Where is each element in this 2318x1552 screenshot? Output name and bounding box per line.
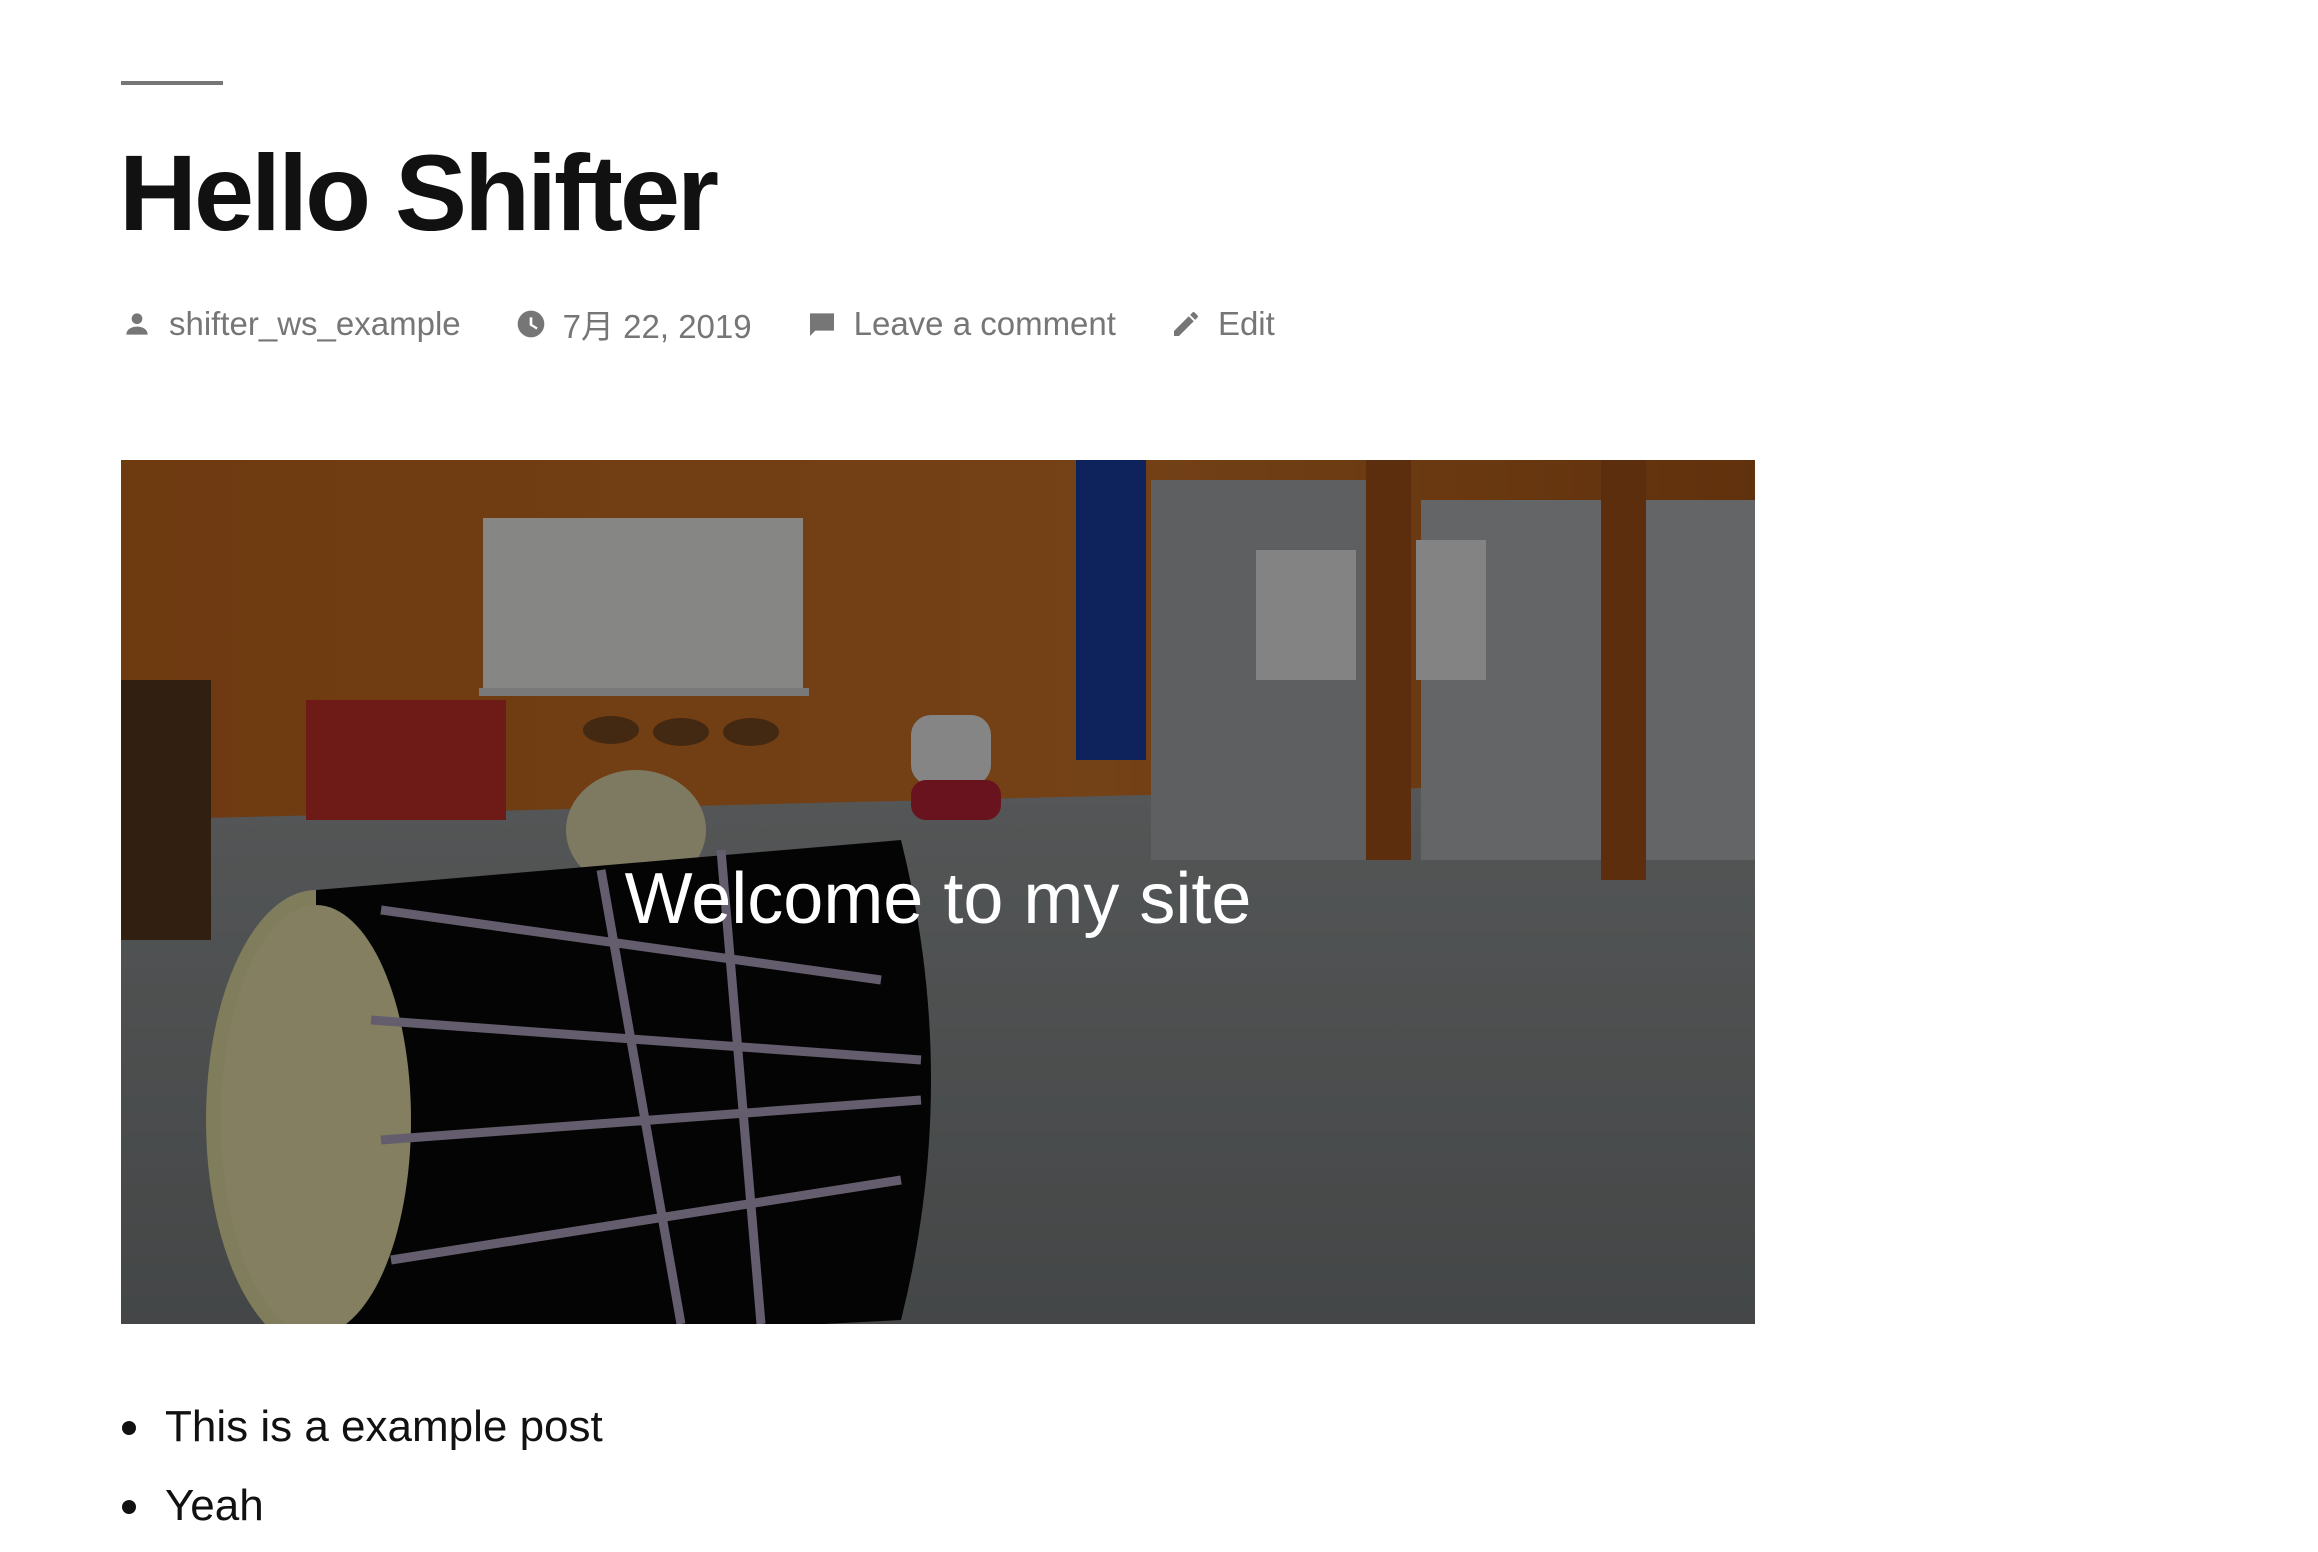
meta-date: 7月 22, 2019 bbox=[515, 300, 752, 348]
meta-edit: Edit bbox=[1170, 305, 1275, 343]
meta-author: shifter_ws_example bbox=[121, 305, 461, 343]
cover-block: Welcome to my site bbox=[121, 460, 1755, 1324]
edit-link[interactable]: Edit bbox=[1218, 305, 1275, 343]
date-link[interactable]: 7月 22, 2019 bbox=[563, 300, 752, 348]
comment-icon bbox=[809, 313, 834, 336]
meta-comments: Leave a comment bbox=[806, 305, 1116, 343]
title-separator bbox=[121, 81, 223, 85]
list-item: Yeah bbox=[120, 1473, 603, 1552]
list-item: This is a example post bbox=[120, 1394, 603, 1473]
cover-title: Welcome to my site bbox=[624, 859, 1252, 939]
clock-icon bbox=[517, 310, 544, 338]
pencil-icon bbox=[1173, 312, 1198, 336]
page-title: Hello Shifter bbox=[119, 132, 719, 253]
comment-link[interactable]: Leave a comment bbox=[854, 305, 1116, 343]
person-icon bbox=[126, 313, 148, 335]
author-link[interactable]: shifter_ws_example bbox=[169, 305, 461, 343]
post-meta: shifter_ws_example 7月 22, 2019 Leave a c… bbox=[121, 299, 1329, 349]
post-content-list: This is a example post Yeah bbox=[120, 1394, 603, 1552]
